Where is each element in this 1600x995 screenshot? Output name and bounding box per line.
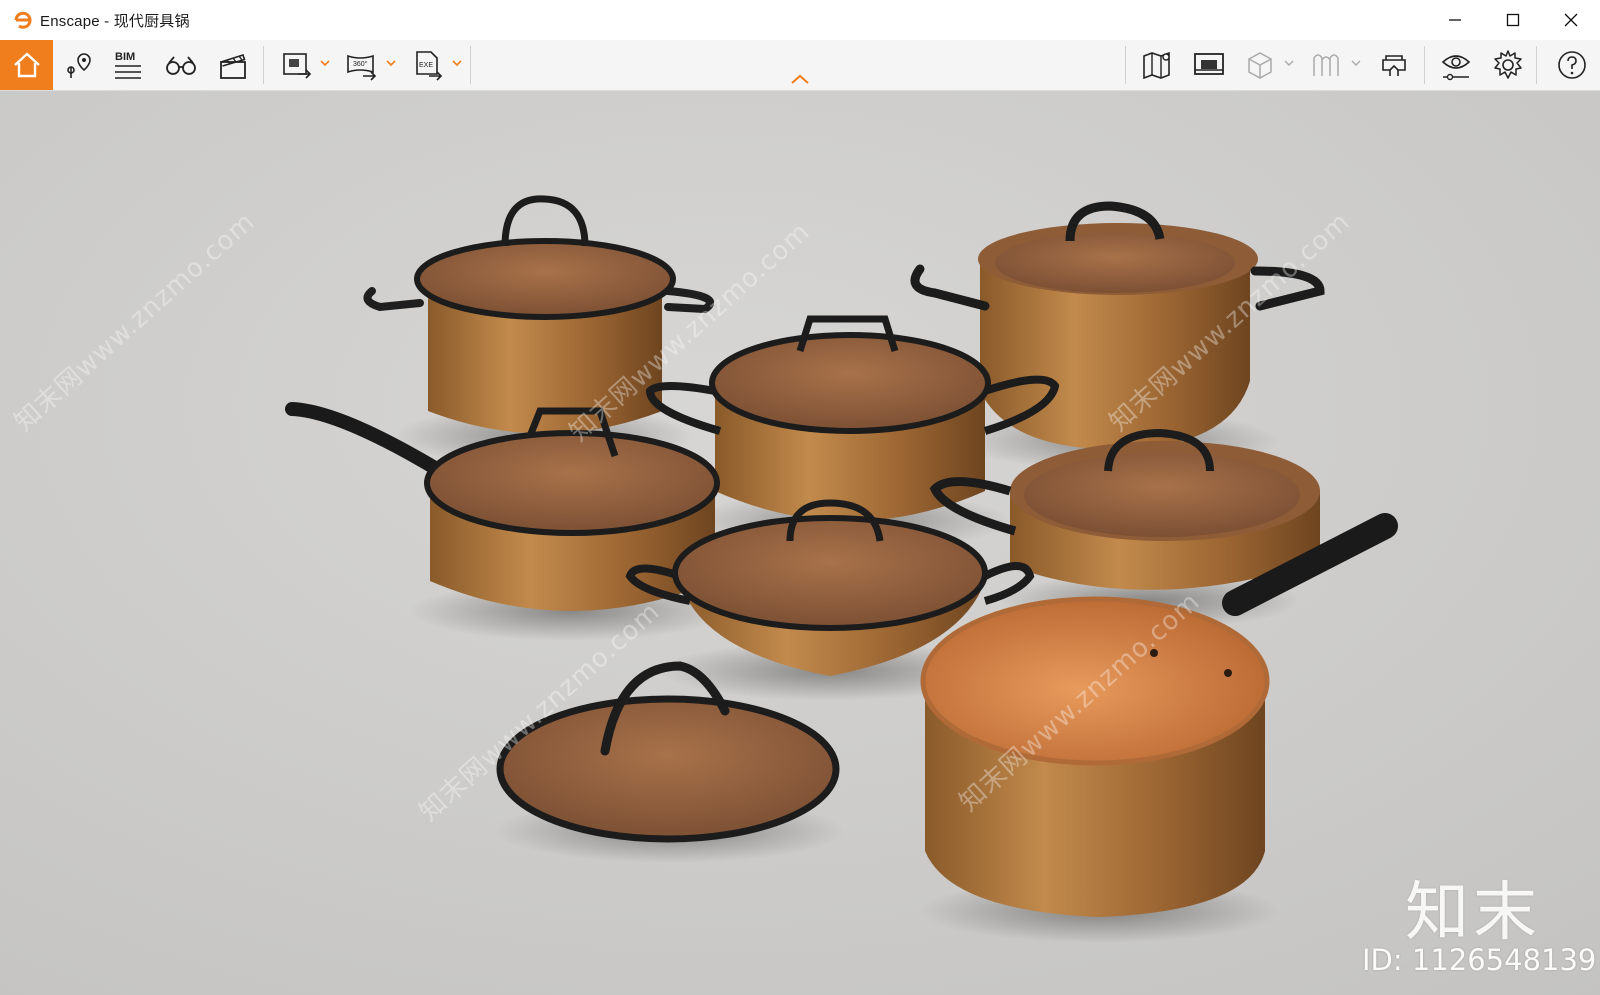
title-bar: Enscape - 现代厨具锅 (0, 0, 1600, 40)
minimize-button[interactable] (1426, 0, 1484, 40)
svg-text:BIM: BIM (115, 51, 135, 63)
chevron-down-icon[interactable] (319, 57, 331, 69)
object-button[interactable] (1236, 40, 1284, 90)
screen-button[interactable] (1185, 40, 1233, 90)
maximize-button[interactable] (1484, 0, 1542, 40)
clapperboard-icon (220, 53, 246, 79)
bim-button[interactable]: BIM (104, 40, 152, 90)
watermark-brand: 知末 (1405, 876, 1541, 950)
close-button[interactable] (1542, 0, 1600, 40)
panorama-button[interactable]: 360° (338, 40, 386, 90)
views-button[interactable] (157, 40, 205, 90)
home-icon (13, 52, 40, 78)
binoculars-icon (166, 56, 196, 75)
visual-settings-button[interactable] (1432, 40, 1480, 90)
help-button[interactable] (1547, 40, 1597, 90)
location-button[interactable] (55, 40, 103, 90)
settings-button[interactable] (1484, 40, 1532, 90)
vr-headset-icon (1382, 55, 1406, 76)
maximize-icon (1506, 13, 1520, 27)
toolbar-separator (1125, 46, 1126, 84)
map-button[interactable] (1133, 40, 1181, 90)
render-viewport[interactable]: 知末网www.znzmo.com 知末网www.znzmo.com 知末网www… (0, 91, 1600, 995)
chevron-down-icon[interactable] (1283, 57, 1295, 69)
eye-visual-settings-icon (1441, 55, 1471, 81)
asset-library-button[interactable] (1302, 40, 1350, 90)
chevron-down-icon[interactable] (1350, 57, 1362, 69)
watermark-id: ID: 1126548139 (1362, 943, 1597, 977)
render-image-icon (283, 53, 312, 79)
toolbar-separator (470, 46, 471, 84)
window-controls (1426, 0, 1600, 40)
map-icon (1143, 51, 1170, 80)
cube-icon (1248, 52, 1272, 79)
asset-library-icon (1313, 54, 1339, 76)
home-button[interactable] (0, 40, 53, 90)
enscape-logo-icon (14, 11, 32, 29)
window-title: Enscape - 现代厨具锅 (40, 12, 190, 30)
enscape-toolbar: BIM 360° EXE (0, 40, 1600, 91)
help-icon (1558, 51, 1586, 79)
video-editor-button[interactable] (209, 40, 257, 90)
export-exe-button[interactable]: EXE (404, 40, 452, 90)
toolbar-separator (1424, 46, 1425, 84)
collapse-toolbar-icon[interactable] (789, 72, 811, 86)
bim-icon: BIM (115, 51, 141, 79)
svg-text:EXE: EXE (419, 62, 433, 69)
close-icon (1564, 13, 1578, 27)
screen-icon (1194, 53, 1224, 75)
render-image-button[interactable] (273, 40, 321, 90)
toolbar-separator (263, 46, 264, 84)
svg-text:360°: 360° (353, 60, 368, 68)
chevron-down-icon[interactable] (451, 57, 463, 69)
export-exe-icon: EXE (416, 51, 443, 81)
chevron-down-icon[interactable] (385, 57, 397, 69)
location-pin-icon (67, 53, 91, 78)
vr-button[interactable] (1370, 40, 1418, 90)
toolbar-separator (1536, 46, 1537, 84)
panorama-360-icon: 360° (347, 54, 377, 81)
gear-icon (1494, 50, 1522, 79)
minimize-icon (1449, 19, 1461, 21)
